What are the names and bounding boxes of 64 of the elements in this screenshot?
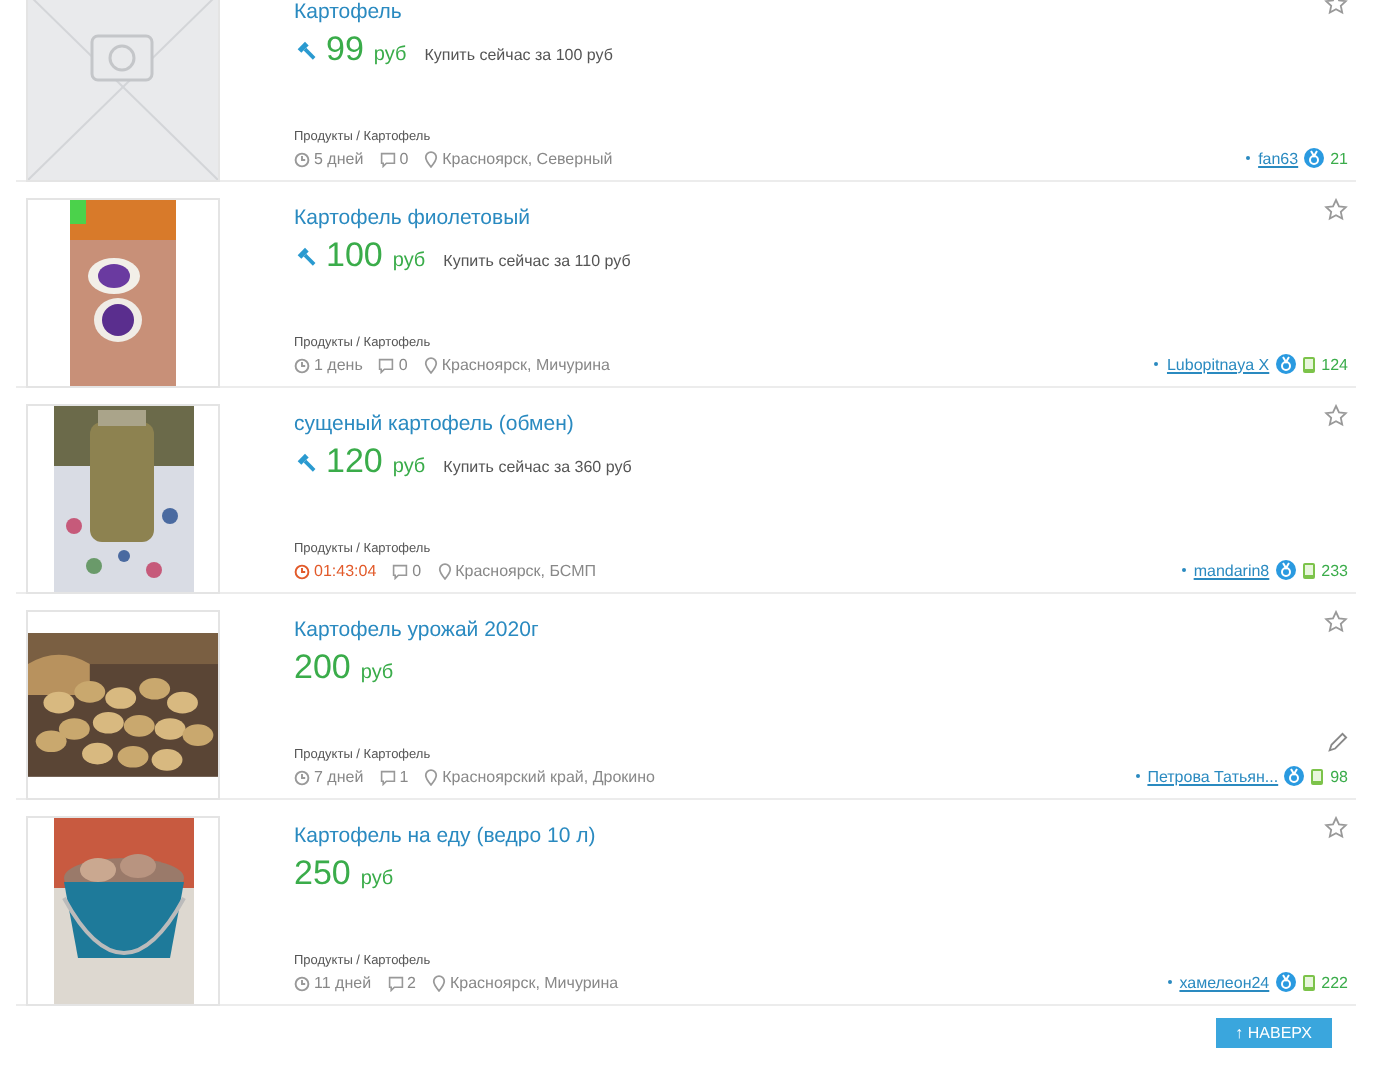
comment-icon [387,975,404,991]
back-to-top-button[interactable]: ↑ НАВЕРХ [1215,1018,1332,1048]
clock-icon [294,769,310,785]
location-pin-icon [431,974,446,992]
clock-icon [294,975,310,991]
favorite-star-icon[interactable] [1324,404,1348,428]
listing-age: 11 дней [314,974,372,992]
comment-count: 0 [412,562,422,580]
listing-title[interactable]: Картофель на еду (ведро 10 л) [294,824,596,848]
currency: руб [392,456,426,478]
comment-icon [379,769,396,785]
seller-name[interactable]: Lubopitnaya X [1166,355,1270,373]
rating-count: 222 [1321,973,1348,991]
listing-age: 1 день [314,356,363,374]
price: 99 [326,30,364,70]
listing-age: 7 дней [314,768,364,786]
location: Красноярск, БСМП [455,562,597,580]
comment-count: 2 [407,974,416,992]
buy-now-text: Купить сейчас за 100 руб [424,46,613,64]
buy-now-text: Купить сейчас за 110 руб [443,252,631,270]
currency: руб [392,250,426,272]
location: Красноярск, Мичурина [441,356,610,374]
location: Красноярск, Северный [442,150,613,168]
rating-count: 233 [1321,561,1348,579]
listing-title[interactable]: Картофель фиолетовый [294,206,530,230]
location-pin-icon [437,562,452,580]
currency: руб [360,868,394,890]
rating-count: 98 [1330,767,1348,785]
location: Красноярский край, Дрокино [442,768,655,786]
comment-count: 0 [398,356,408,374]
rating-count: 21 [1330,149,1348,167]
buy-now-text: Купить сейчас за 360 руб [443,458,632,476]
listing-title[interactable]: Картофель [294,0,402,24]
pencil-icon[interactable] [1326,732,1348,754]
favorite-star-icon[interactable] [1324,610,1348,634]
price: 100 [326,236,383,276]
listing-title[interactable]: Картофель урожай 2020г [294,618,539,642]
seller-name[interactable]: хамелеон24 [1179,973,1270,991]
clock-icon [294,357,310,373]
listing-age: 01:43:04 [314,562,377,580]
comment-count: 0 [399,150,409,168]
seller-name[interactable]: Петрова Татьян... [1147,767,1279,785]
clock-icon [294,151,310,167]
seller-name[interactable]: fan63 [1258,149,1299,167]
location-pin-icon [424,150,439,168]
price: 200 [294,648,351,688]
location-pin-icon [424,768,439,786]
location: Красноярск, Мичурина [449,974,619,992]
comment-count: 1 [399,768,409,786]
comment-icon [392,563,409,579]
favorite-star-icon[interactable] [1324,816,1348,840]
currency: руб [360,662,394,684]
comment-icon [379,151,396,167]
comment-icon [378,357,395,373]
location-pin-icon [423,356,438,374]
listing-age: 5 дней [314,150,364,168]
clock-icon [294,563,310,579]
currency: руб [373,44,407,66]
favorite-star-icon[interactable] [1324,198,1348,222]
price: 250 [294,854,351,894]
price: 120 [326,442,383,482]
seller-name[interactable]: mandarin8 [1193,561,1270,579]
listing-title[interactable]: сущеный картофель (обмен) [294,412,574,436]
rating-count: 124 [1321,355,1348,373]
